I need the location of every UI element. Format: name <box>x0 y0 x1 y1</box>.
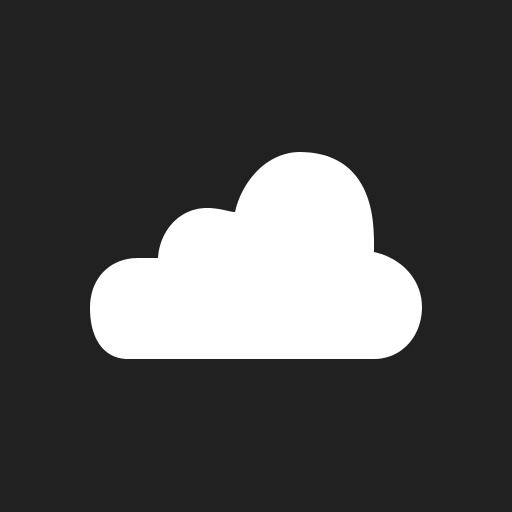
cloud-icon <box>90 152 422 359</box>
icon-canvas <box>0 0 512 512</box>
